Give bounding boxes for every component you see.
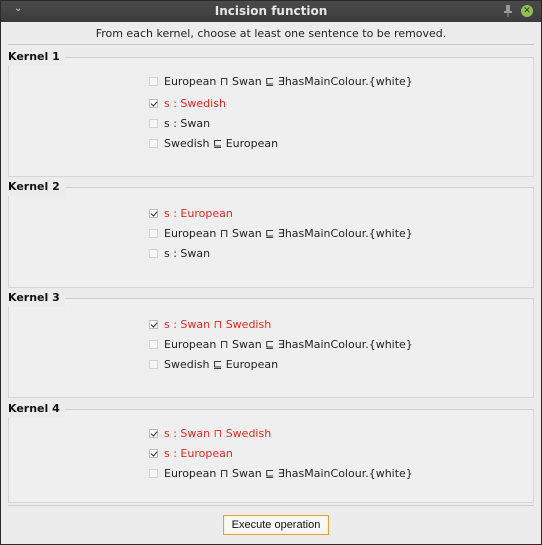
kernel-3-option-2[interactable]: European ⊓ Swan ⊑ ∃hasMainColour.{white} — [149, 335, 413, 353]
kernel-3-option-3[interactable]: Swedish ⊑ European — [149, 355, 278, 373]
option-label: s : Swan — [164, 116, 211, 130]
checkbox[interactable] — [149, 118, 158, 128]
kernel-border-top — [8, 298, 534, 299]
kernel-2-option-3[interactable]: s : Swan — [149, 244, 210, 262]
kernel-4-option-3[interactable]: European ⊓ Swan ⊑ ∃hasMainColour.{white} — [149, 464, 413, 482]
option-label: Swedish ⊑ European — [164, 357, 279, 371]
kernel-2-option-1[interactable]: s : European — [149, 204, 233, 222]
header-divider — [8, 44, 534, 45]
kernel-1-option-3[interactable]: s : Swan — [149, 114, 210, 132]
checkbox-checked[interactable] — [149, 208, 158, 218]
kernel-1-option-1[interactable]: European ⊓ Swan ⊑ ∃hasMainColour.{white} — [149, 72, 413, 90]
checkbox-checked[interactable] — [149, 319, 158, 329]
kernel-group-2: Kernel 2 s : European European ⊓ Swan ⊑ … — [8, 180, 534, 288]
kernel-title: Kernel 2 — [8, 180, 65, 196]
option-label: s : European — [164, 206, 233, 220]
kernel-border-top — [8, 57, 534, 58]
option-label: European ⊓ Swan ⊑ ∃hasMainColour.{white} — [164, 337, 413, 351]
kernel-group-4: Kernel 4 s : Swan ⊓ Swedish s : European… — [8, 402, 534, 503]
kernel-group-1: Kernel 1 European ⊓ Swan ⊑ ∃hasMainColou… — [8, 50, 534, 177]
checkbox[interactable] — [149, 359, 158, 369]
kernel-2-option-2[interactable]: European ⊓ Swan ⊑ ∃hasMainColour.{white} — [149, 224, 413, 242]
checkbox[interactable] — [149, 228, 158, 238]
option-label: s : Swan ⊓ Swedish — [164, 317, 272, 331]
close-icon[interactable]: ✕ — [521, 5, 533, 17]
option-label: European ⊓ Swan ⊑ ∃hasMainColour.{white} — [164, 74, 413, 88]
pin-icon[interactable] — [503, 4, 513, 18]
checkbox[interactable] — [149, 248, 158, 258]
checkbox[interactable] — [149, 76, 158, 86]
kernel-title: Kernel 4 — [8, 402, 65, 418]
kernel-border-top — [8, 187, 534, 188]
footer-divider — [8, 505, 534, 506]
option-label: European ⊓ Swan ⊑ ∃hasMainColour.{white} — [164, 466, 413, 480]
option-label: s : Swan — [164, 246, 211, 260]
instruction-text: From each kernel, choose at least one se… — [95, 27, 447, 40]
execute-operation-button[interactable]: Execute operation — [223, 515, 329, 535]
checkbox[interactable] — [149, 138, 158, 148]
checkbox-checked[interactable] — [149, 448, 158, 458]
kernel-title: Kernel 1 — [8, 50, 65, 66]
option-label: s : Swan ⊓ Swedish — [164, 426, 272, 440]
option-label: s : European — [164, 446, 233, 460]
kernel-group-3: Kernel 3 s : Swan ⊓ Swedish European ⊓ S… — [8, 291, 534, 398]
kernel-1-option-4[interactable]: Swedish ⊑ European — [149, 134, 278, 152]
option-label: Swedish ⊑ European — [164, 136, 279, 150]
kernel-title: Kernel 3 — [8, 291, 65, 307]
option-label: s : Swedish — [164, 96, 226, 110]
kernel-border-top — [8, 409, 534, 410]
kernel-1-option-2[interactable]: s : Swedish — [149, 94, 226, 112]
checkbox[interactable] — [149, 339, 158, 349]
title-bar[interactable]: ⌄ Incision function ✕ — [1, 1, 541, 22]
checkbox-checked[interactable] — [149, 98, 158, 108]
window-title: Incision function — [214, 4, 328, 18]
kernel-3-option-1[interactable]: s : Swan ⊓ Swedish — [149, 315, 271, 333]
checkbox-checked[interactable] — [149, 428, 158, 438]
option-label: European ⊓ Swan ⊑ ∃hasMainColour.{white} — [164, 226, 413, 240]
incision-dialog: ⌄ Incision function ✕ From each kernel, … — [0, 0, 542, 545]
kernel-4-option-1[interactable]: s : Swan ⊓ Swedish — [149, 424, 271, 442]
checkbox[interactable] — [149, 468, 158, 478]
kernel-4-option-2[interactable]: s : European — [149, 444, 233, 462]
